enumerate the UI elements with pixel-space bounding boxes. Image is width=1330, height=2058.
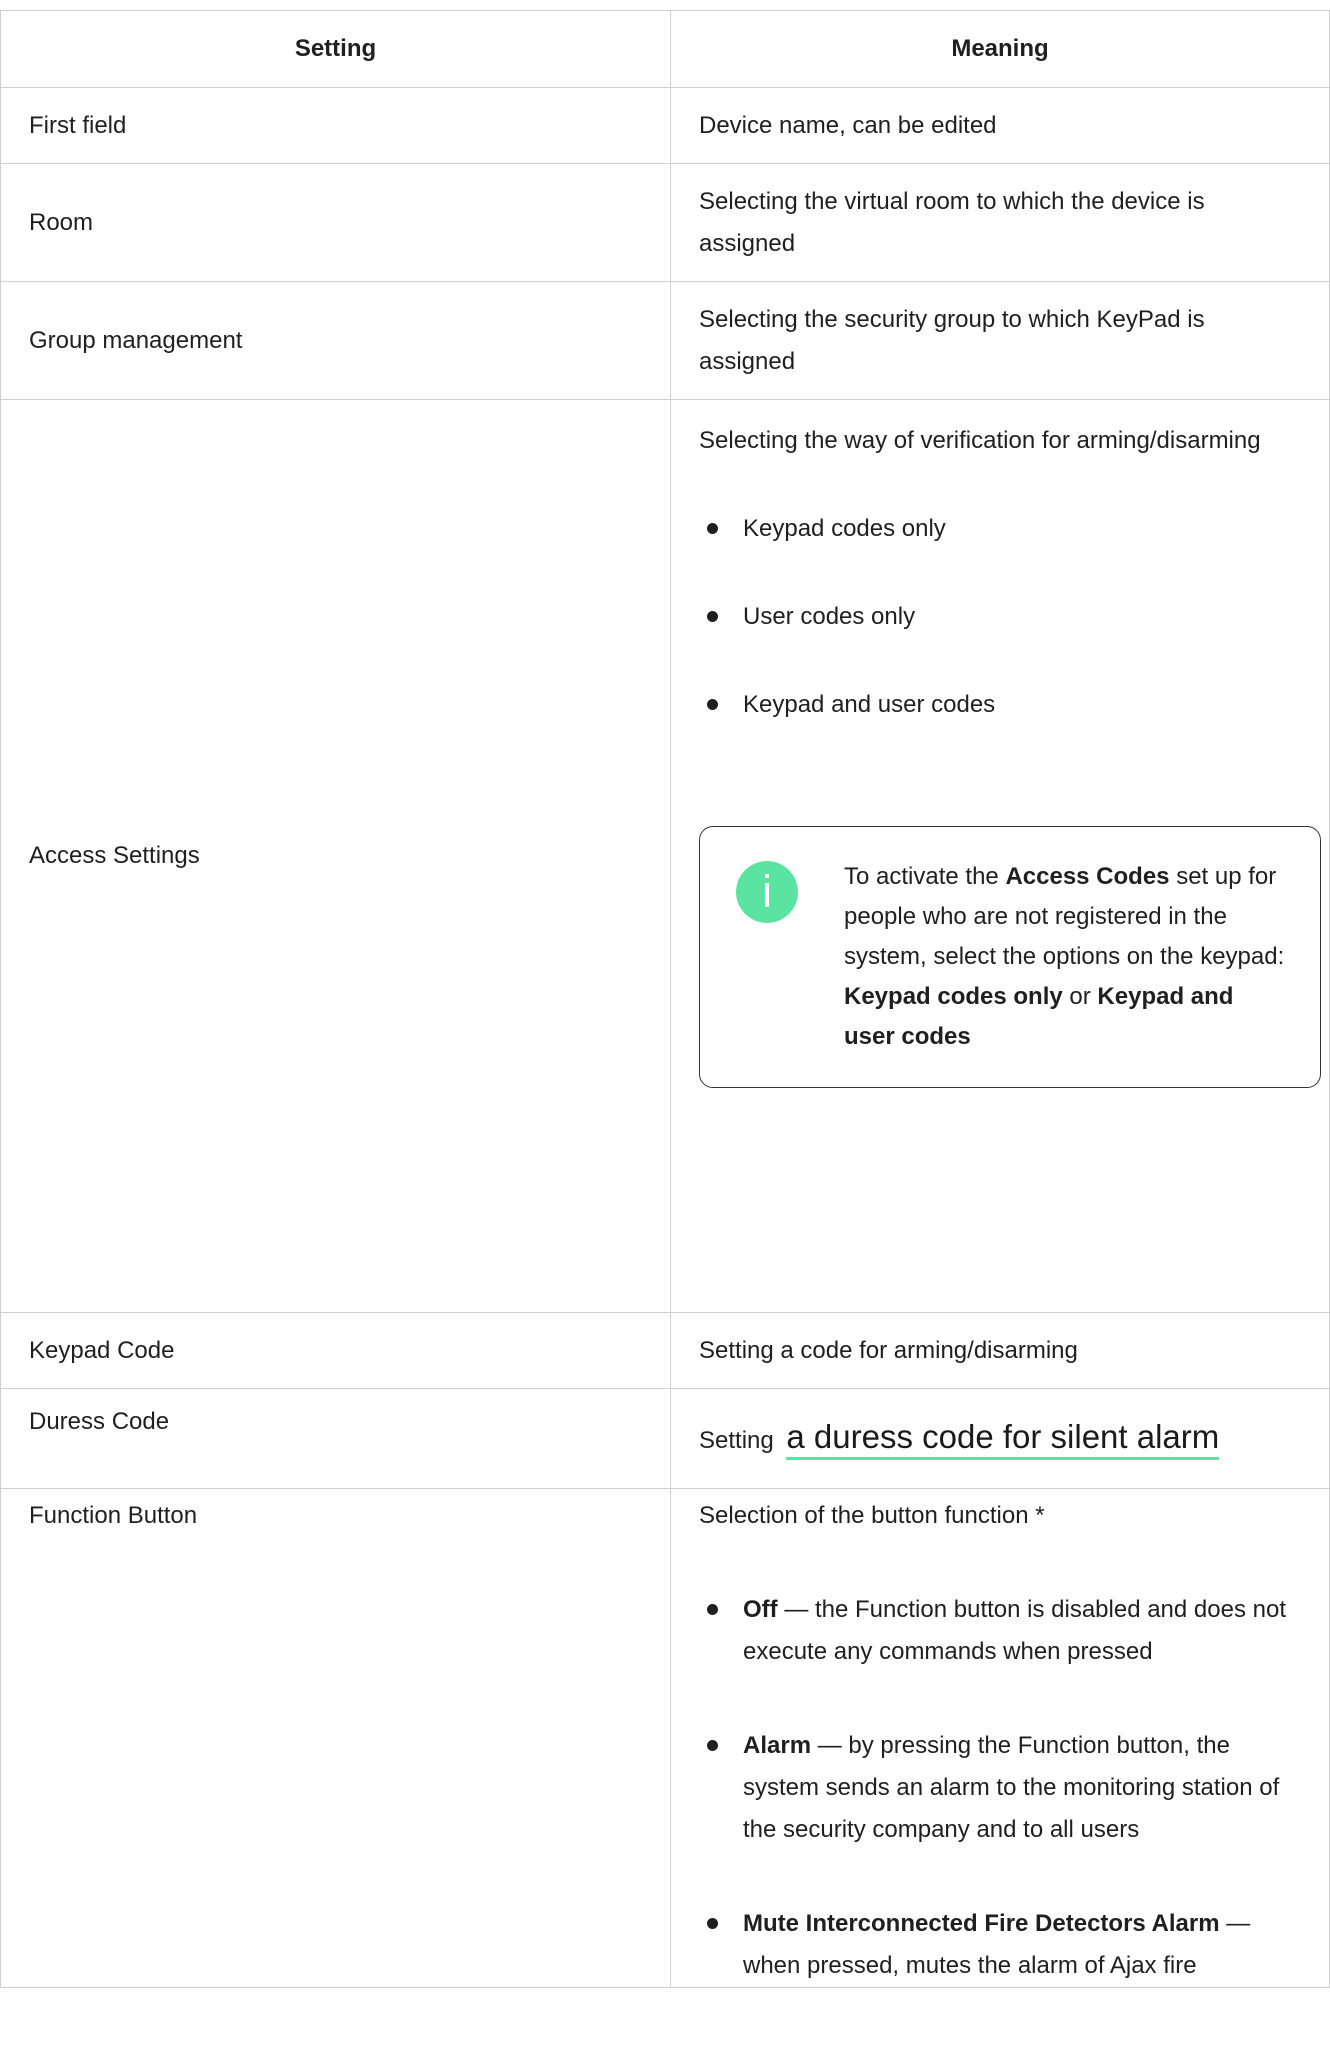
option-desc: — by pressing the Function button, the s… bbox=[743, 1732, 1280, 1843]
table-row: Function Button Selection of the button … bbox=[0, 1488, 1330, 1988]
table-row: Duress Code Setting a duress code for si… bbox=[0, 1388, 1330, 1489]
bullet-icon bbox=[707, 699, 718, 710]
setting-cell: Keypad Code bbox=[0, 1312, 671, 1389]
list-item: Off — the Function button is disabled an… bbox=[699, 1589, 1307, 1673]
option-label: User codes only bbox=[743, 603, 916, 630]
option-term: Mute Interconnected Fire Detectors Alarm bbox=[743, 1910, 1220, 1937]
duress-prefix: Setting bbox=[699, 1426, 774, 1454]
setting-cell: Group management bbox=[0, 281, 671, 400]
header-meaning: Meaning bbox=[670, 10, 1330, 88]
option-desc: — the Function button is disabled and do… bbox=[743, 1596, 1286, 1665]
setting-cell: Duress Code bbox=[0, 1388, 671, 1489]
setting-cell: Access Settings bbox=[0, 399, 671, 1313]
setting-cell: Room bbox=[0, 163, 671, 282]
meaning-cell: Selection of the button function * Off —… bbox=[670, 1488, 1330, 1988]
table-row: Access Settings Selecting the way of ver… bbox=[0, 399, 1330, 1313]
table-row: Group management Selecting the security … bbox=[0, 281, 1330, 400]
table-row: Room Selecting the virtual room to which… bbox=[0, 163, 1330, 282]
meaning-cell: Selecting the security group to which Ke… bbox=[670, 281, 1330, 400]
bullet-icon bbox=[707, 523, 718, 534]
table-row: First field Device name, can be edited bbox=[0, 87, 1330, 164]
info-callout: To activate the Access Codes set up for … bbox=[699, 826, 1321, 1088]
table-row: Keypad Code Setting a code for arming/di… bbox=[0, 1312, 1330, 1389]
setting-cell: First field bbox=[0, 87, 671, 164]
option-label: Keypad codes only bbox=[743, 515, 946, 542]
option-term: Off bbox=[743, 1596, 778, 1623]
list-item: Alarm — by pressing the Function button,… bbox=[699, 1725, 1307, 1851]
bullet-icon bbox=[707, 1604, 718, 1615]
header-setting: Setting bbox=[0, 10, 671, 88]
bullet-icon bbox=[707, 1918, 718, 1929]
access-options-list: Keypad codes only User codes only Keypad… bbox=[699, 508, 1307, 726]
option-term: Alarm bbox=[743, 1732, 812, 1759]
duress-code-link[interactable]: a duress code for silent alarm bbox=[786, 1417, 1220, 1460]
function-options-list: Off — the Function button is disabled an… bbox=[699, 1589, 1307, 1987]
meaning-cell: Selecting the virtual room to which the … bbox=[670, 163, 1330, 282]
meaning-cell: Selecting the way of verification for ar… bbox=[670, 399, 1330, 1313]
list-item: Keypad and user codes bbox=[699, 684, 1307, 726]
table-header-row: Setting Meaning bbox=[0, 10, 1330, 88]
settings-table: Setting Meaning First field Device name,… bbox=[0, 10, 1330, 1988]
info-icon bbox=[736, 861, 798, 923]
meaning-cell: Device name, can be edited bbox=[670, 87, 1330, 164]
list-item: User codes only bbox=[699, 596, 1307, 638]
option-label: Keypad and user codes bbox=[743, 691, 996, 718]
setting-cell: Function Button bbox=[0, 1488, 671, 1988]
meaning-cell: Setting a code for arming/disarming bbox=[670, 1312, 1330, 1389]
list-item: Mute Interconnected Fire Detectors Alarm… bbox=[699, 1903, 1307, 1987]
access-intro: Selecting the way of verification for ar… bbox=[699, 427, 1261, 454]
list-item: Keypad codes only bbox=[699, 508, 1307, 550]
bullet-icon bbox=[707, 611, 718, 622]
function-intro: Selection of the button function * bbox=[699, 1502, 1045, 1529]
meaning-cell: Setting a duress code for silent alarm bbox=[670, 1388, 1330, 1489]
callout-text: To activate the Access Codes set up for … bbox=[844, 863, 1285, 1050]
bullet-icon bbox=[707, 1740, 718, 1751]
